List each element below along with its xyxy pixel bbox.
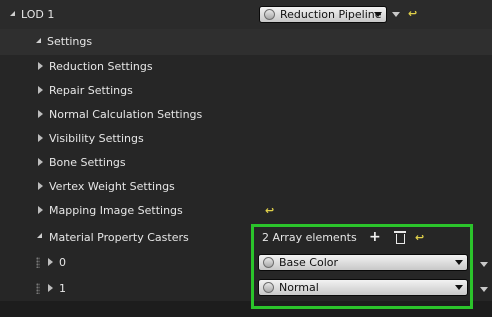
expand-arrow-icon[interactable] (38, 62, 43, 70)
drag-handle-icon[interactable] (36, 257, 40, 268)
setting-item-row[interactable]: Reduction Settings (0, 55, 492, 79)
setting-item-row[interactable]: Vertex Weight Settings (0, 175, 492, 199)
expand-arrow-icon[interactable] (48, 284, 53, 292)
drag-handle-icon[interactable] (36, 283, 40, 294)
settings-header: Settings (47, 35, 93, 48)
collapse-arrow-icon[interactable] (10, 11, 15, 16)
setting-item-row[interactable]: Normal Calculation Settings (0, 103, 492, 127)
setting-item-row[interactable]: Visibility Settings (0, 127, 492, 151)
pipeline-label: Reduction Pipeline (280, 8, 382, 21)
expand-arrow-icon[interactable] (38, 182, 43, 190)
setting-item-row[interactable]: Bone Settings (0, 151, 492, 175)
lod-row: LOD 1 Reduction Pipeline ↩ (0, 0, 492, 29)
setting-item-label: Mapping Image Settings (49, 204, 183, 217)
settings-row: Settings (0, 29, 492, 55)
asset-circle-icon (264, 9, 275, 20)
element-options-icon[interactable] (480, 287, 488, 292)
element-options-icon[interactable] (480, 262, 488, 267)
lod-title: LOD 1 (21, 8, 55, 21)
setting-item-label: Reduction Settings (49, 60, 153, 73)
setting-item-label: Repair Settings (49, 84, 133, 97)
expand-arrow-icon[interactable] (38, 86, 43, 94)
element-index: 0 (59, 256, 66, 269)
pipeline-combo[interactable]: Reduction Pipeline (259, 6, 387, 23)
pipeline-options-icon[interactable] (392, 12, 400, 17)
expand-arrow-icon[interactable] (38, 134, 43, 142)
casters-label: Material Property Casters (49, 231, 189, 244)
setting-item-label: Visibility Settings (49, 132, 144, 145)
highlight-box (251, 224, 473, 309)
expand-arrow-icon[interactable] (48, 258, 53, 266)
setting-item-label: Bone Settings (49, 156, 126, 169)
reset-arrow-icon[interactable]: ↩ (265, 205, 274, 216)
reset-arrow-icon[interactable]: ↩ (408, 8, 417, 19)
chevron-down-icon (374, 12, 382, 17)
element-index: 1 (59, 282, 66, 295)
collapse-arrow-icon[interactable] (36, 38, 41, 43)
expand-arrow-icon[interactable] (38, 206, 43, 214)
setting-item-label: Vertex Weight Settings (49, 180, 175, 193)
setting-item-label: Normal Calculation Settings (49, 108, 203, 121)
setting-item-row[interactable]: Repair Settings (0, 79, 492, 103)
setting-item-row[interactable]: Mapping Image Settings ↩ (0, 199, 492, 224)
collapse-arrow-icon[interactable] (37, 233, 42, 238)
expand-arrow-icon[interactable] (38, 158, 43, 166)
expand-arrow-icon[interactable] (38, 110, 43, 118)
